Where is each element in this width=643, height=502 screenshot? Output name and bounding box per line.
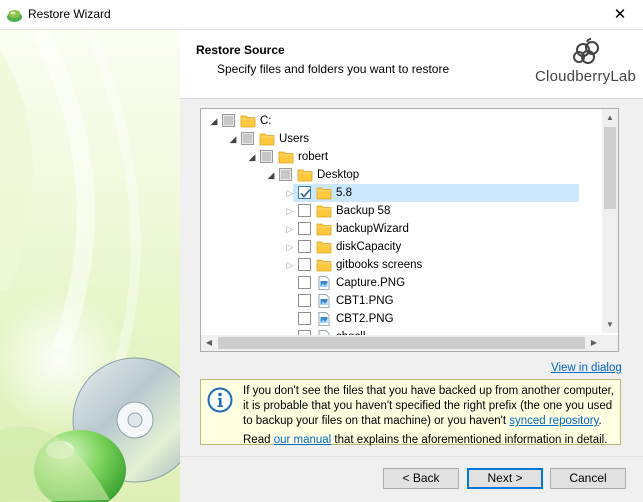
- tree-row[interactable]: ▷ Backup 58: [201, 202, 618, 220]
- image-file-icon: [318, 294, 330, 308]
- next-button[interactable]: Next >: [467, 468, 543, 489]
- tree-row[interactable]: ▷ diskCapacity: [201, 238, 618, 256]
- tree-checkbox[interactable]: [298, 222, 311, 235]
- tree-checkbox[interactable]: [279, 168, 292, 181]
- folder-icon: [316, 241, 332, 254]
- cloudberry-logo-icon: [573, 38, 599, 64]
- folder-icon: [316, 223, 332, 236]
- tree-checkbox[interactable]: [298, 240, 311, 253]
- cloudberry-logo: CloudberryLab: [535, 38, 639, 94]
- wizard-header: Restore Source Specify files and folders…: [180, 30, 643, 99]
- collapse-arrow-icon[interactable]: ◢: [247, 148, 257, 166]
- folder-icon: [316, 205, 332, 218]
- tree-row[interactable]: ◢ robert: [201, 148, 618, 166]
- tree-item-label: Users: [279, 133, 310, 145]
- expand-arrow-icon[interactable]: ▷: [285, 256, 295, 274]
- tree-item-label: backupWizard: [336, 223, 409, 235]
- page-title: Restore Source: [196, 43, 285, 57]
- collapse-arrow-icon[interactable]: ◢: [228, 130, 238, 148]
- tree-row[interactable]: Capture.PNG: [201, 274, 618, 292]
- scrollbar-corner: [602, 335, 618, 351]
- scroll-left-arrow-icon[interactable]: ◀: [201, 335, 217, 351]
- collapse-arrow-icon[interactable]: ◢: [266, 166, 276, 184]
- page-subtitle: Specify files and folders you want to re…: [217, 62, 450, 76]
- tree-checkbox[interactable]: [222, 114, 235, 127]
- info-read-suffix: that explains the aforementioned informa…: [331, 434, 608, 446]
- tree-checkbox[interactable]: [298, 312, 311, 325]
- expand-arrow-icon[interactable]: ▷: [285, 184, 295, 202]
- scroll-down-arrow-icon[interactable]: ▼: [602, 316, 618, 333]
- wizard-side-banner: [0, 30, 180, 502]
- tree-item-label: CBT1.PNG: [336, 295, 394, 307]
- expand-arrow-icon[interactable]: ▷: [285, 238, 295, 256]
- tree-checkbox[interactable]: [298, 294, 311, 307]
- tree-row[interactable]: CBT1.PNG: [201, 292, 618, 310]
- expand-arrow-icon[interactable]: ▷: [285, 202, 295, 220]
- tree-row[interactable]: ◢ Desktop: [201, 166, 618, 184]
- info-icon: [207, 387, 233, 413]
- tree-item-label: robert: [298, 151, 329, 163]
- tree-item-label: gitbooks screens: [336, 259, 423, 271]
- tree-item-label: 5.8: [336, 187, 352, 199]
- file-tree[interactable]: ◢ C: ◢ Users ◢ robert ◢ Desktop ▷ 5.8 ▷ Backup 58 ▷ b…: [200, 108, 619, 352]
- tree-item-label: Capture.PNG: [336, 277, 406, 289]
- folder-icon: [278, 151, 294, 164]
- tree-row[interactable]: ◢ Users: [201, 130, 618, 148]
- synced-repository-link[interactable]: synced repository: [509, 415, 598, 427]
- view-in-dialog-link[interactable]: View in dialog: [551, 362, 622, 374]
- scroll-right-arrow-icon[interactable]: ▶: [586, 335, 602, 351]
- tree-checkbox[interactable]: [298, 276, 311, 289]
- tree-checkbox[interactable]: [298, 186, 311, 199]
- cloudberry-app-icon: [7, 10, 22, 22]
- image-file-icon: [318, 276, 330, 290]
- title-bar: Restore Wizard ✕: [0, 0, 643, 30]
- tree-row[interactable]: ◢ C:: [201, 112, 618, 130]
- tree-item-label: diskCapacity: [336, 241, 402, 253]
- back-button[interactable]: < Back: [383, 468, 459, 489]
- tree-item-label: CBT2.PNG: [336, 313, 394, 325]
- tree-row[interactable]: ▷ backupWizard: [201, 220, 618, 238]
- info-text-period: .: [598, 415, 602, 427]
- folder-icon: [297, 169, 313, 182]
- tree-item-label: Backup 58: [336, 205, 391, 217]
- info-read-prefix: Read: [243, 434, 274, 446]
- tree-row[interactable]: ▷ gitbooks screens: [201, 256, 618, 274]
- folder-icon: [240, 115, 256, 128]
- folder-icon: [316, 187, 332, 200]
- tree-item-label: C:: [260, 115, 272, 127]
- checkmark-icon: [300, 188, 311, 198]
- close-window-button[interactable]: ✕: [597, 0, 643, 29]
- tree-horizontal-scrollbar[interactable]: ◀ ▶: [201, 335, 602, 351]
- tree-item-label: Desktop: [317, 169, 360, 181]
- tree-checkbox[interactable]: [298, 204, 311, 217]
- collapse-arrow-icon[interactable]: ◢: [209, 112, 219, 130]
- scroll-up-arrow-icon[interactable]: ▲: [602, 109, 618, 126]
- our-manual-link[interactable]: our manual: [274, 434, 332, 446]
- brand-name: CloudberryLab: [535, 68, 636, 85]
- horizontal-scroll-thumb[interactable]: [218, 337, 585, 349]
- tree-checkbox[interactable]: [241, 132, 254, 145]
- vertical-scroll-thumb[interactable]: [604, 127, 616, 209]
- disc-illustration: [0, 30, 180, 502]
- folder-icon: [316, 259, 332, 272]
- info-read-line: Read our manual that explains the aforem…: [243, 433, 619, 448]
- folder-icon: [259, 133, 275, 146]
- tree-checkbox[interactable]: [260, 150, 273, 163]
- info-box: If you don't see the files that you have…: [200, 379, 621, 448]
- image-file-icon: [318, 312, 330, 326]
- tree-row[interactable]: ▷ 5.8: [201, 184, 618, 202]
- window-title: Restore Wizard: [28, 7, 111, 21]
- tree-row[interactable]: CBT2.PNG: [201, 310, 618, 328]
- tree-vertical-scrollbar[interactable]: ▲ ▼: [602, 109, 618, 333]
- tree-checkbox[interactable]: [298, 258, 311, 271]
- expand-arrow-icon[interactable]: ▷: [285, 220, 295, 238]
- info-text: If you don't see the files that you have…: [243, 384, 619, 448]
- cancel-button[interactable]: Cancel: [550, 468, 626, 489]
